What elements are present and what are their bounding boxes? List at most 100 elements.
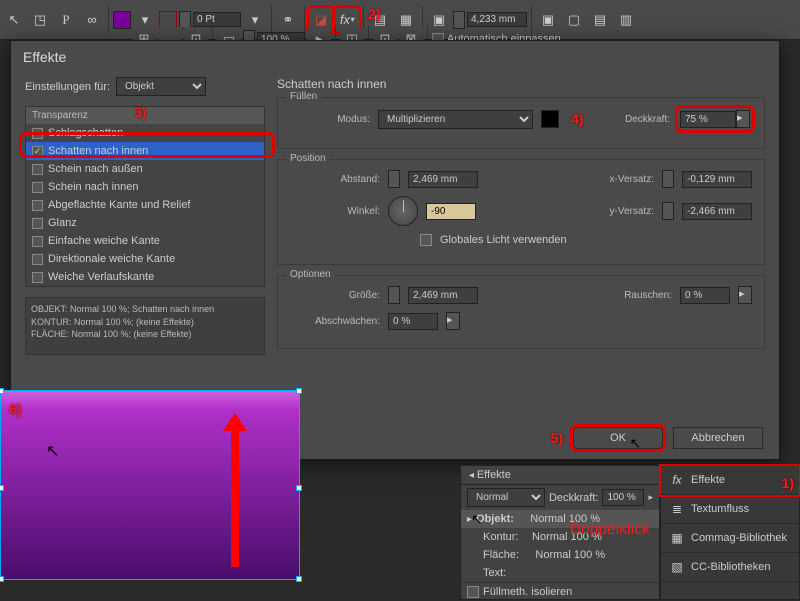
noise-label: Rauschen:	[624, 290, 672, 301]
annotation-3: 3)	[134, 104, 146, 120]
stroke-weight-input[interactable]	[193, 12, 241, 27]
effect-item[interactable]: Einfache weiche Kante	[26, 232, 264, 250]
choke-slider[interactable]: ▸	[446, 312, 460, 330]
effect-label: Weiche Verlaufskante	[48, 271, 154, 283]
side-panel-label: CC-Bibliotheken	[691, 561, 770, 573]
panel-opacity-label: Deckkraft:	[549, 492, 599, 504]
effect-item[interactable]: Schein nach innen	[26, 178, 264, 196]
effect-checkbox[interactable]	[32, 254, 43, 265]
side-panel-item[interactable]: ▧ CC-Bibliotheken	[661, 553, 799, 582]
effect-item[interactable]: Schein nach außen	[26, 160, 264, 178]
choke-label: Abschwächen:	[290, 316, 380, 327]
effects-list: Transparenz Schlagschatten✓Schatten nach…	[25, 106, 265, 287]
effect-item[interactable]: Weiche Verlaufskante	[26, 268, 264, 286]
effect-checkbox[interactable]	[32, 182, 43, 193]
arrow-up-annotation	[231, 417, 239, 567]
effect-label: Direktionale weiche Kante	[48, 253, 175, 265]
effect-checkbox[interactable]	[32, 236, 43, 247]
options-fieldset: Optionen Größe: Rauschen: ▸ Abschwächen:…	[277, 275, 765, 349]
distance-stepper[interactable]	[388, 170, 400, 188]
fill-swatch[interactable]	[113, 11, 131, 29]
annotation-1: 1)	[782, 475, 794, 491]
settings-for-row: Einstellungen für: Objekt	[25, 77, 265, 96]
corner-icon[interactable]: ◳	[28, 8, 52, 32]
annotation-5: 5)	[551, 430, 563, 446]
global-light-label: Globales Licht verwenden	[440, 234, 567, 246]
opacity-label: Deckkraft:	[625, 114, 670, 125]
effect-item[interactable]: Direktionale weiche Kante	[26, 250, 264, 268]
cursor-icon: ↖	[46, 441, 59, 461]
options-legend: Optionen	[286, 269, 335, 280]
choke-input[interactable]	[388, 313, 438, 330]
effect-checkbox[interactable]	[32, 218, 43, 229]
size-label: Größe:	[290, 290, 380, 301]
effect-checkbox[interactable]	[32, 164, 43, 175]
side-panel-label: Textumfluss	[691, 503, 749, 515]
measure-input[interactable]	[467, 12, 527, 27]
opacity-slider[interactable]: ▸	[736, 110, 750, 128]
mode-select[interactable]: Multiplizieren	[378, 110, 533, 129]
fit4-icon[interactable]: ▥	[614, 8, 638, 32]
preview-frame[interactable]: 6) ↖	[0, 390, 300, 580]
effect-label: Schein nach innen	[48, 181, 139, 193]
panel-icon: ▦	[669, 530, 685, 546]
angle-input[interactable]	[426, 203, 476, 220]
arrow-icon[interactable]: ↖	[2, 8, 26, 32]
effects-panel-tab[interactable]: ◂ Effekte	[461, 466, 659, 485]
isolate-checkbox[interactable]	[467, 586, 479, 598]
dialog-title: Effekte	[11, 41, 779, 69]
settings-for-select[interactable]: Objekt	[116, 77, 206, 96]
effect-summary: OBJEKT: Normal 100 %; Schatten nach inne…	[25, 297, 265, 355]
color-swatch[interactable]	[541, 110, 559, 128]
noise-input[interactable]	[680, 287, 730, 304]
annotation-2: 2)	[368, 6, 380, 22]
doubleclick-label: Doppelklick	[570, 521, 650, 538]
effect-label: Einfache weiche Kante	[48, 235, 160, 247]
effect-checkbox[interactable]	[32, 200, 43, 211]
angle-dial[interactable]	[388, 196, 418, 226]
xoff-input[interactable]	[682, 171, 752, 188]
yoff-stepper[interactable]	[662, 202, 674, 220]
yoff-input[interactable]	[682, 203, 752, 220]
fill-fieldset: Füllen Modus: Multiplizieren 4) Deckkraf…	[277, 97, 765, 149]
effect-checkbox[interactable]	[32, 272, 43, 283]
effect-label: Abgeflachte Kante und Relief	[48, 199, 191, 211]
noise-slider[interactable]: ▸	[738, 286, 752, 304]
distance-input[interactable]	[408, 171, 478, 188]
panel-fill-row[interactable]: Fläche: Normal 100 %	[461, 546, 659, 564]
panel-icon: ≣	[669, 501, 685, 517]
size-input[interactable]	[408, 287, 478, 304]
annotation-4: 4)	[571, 111, 583, 127]
global-light-checkbox[interactable]	[420, 234, 432, 246]
side-panel-item[interactable]: ▦ Commag-Bibliothek	[661, 524, 799, 553]
paragraph-style-icon[interactable]: P	[54, 8, 78, 32]
yoff-label: y-Versatz:	[610, 206, 654, 217]
opacity-input[interactable]	[680, 111, 736, 128]
ok-button[interactable]: OK↖	[573, 427, 663, 449]
side-panel-label: Commag-Bibliothek	[691, 532, 787, 544]
effect-item[interactable]: Abgeflachte Kante und Relief	[26, 196, 264, 214]
effect-item[interactable]: Glanz	[26, 214, 264, 232]
panel-icon: ▧	[669, 559, 685, 575]
isolate-label: Füllmeth. isolieren	[483, 586, 572, 598]
side-panel-item[interactable]: ≣ Textumfluss	[661, 495, 799, 524]
chain-icon[interactable]: ∞	[80, 8, 104, 32]
position-legend: Position	[286, 153, 330, 164]
xoff-label: x-Versatz:	[610, 174, 654, 185]
cancel-button[interactable]: Abbrechen	[673, 427, 763, 449]
effect-label: Glanz	[48, 217, 77, 229]
side-panel: fxEffekte ≣ Textumfluss ▦ Commag-Bibliothek ▧…	[660, 465, 800, 600]
mode-label: Modus:	[290, 114, 370, 125]
panel-text-row: Text:	[461, 564, 659, 582]
panel-opacity-input[interactable]	[602, 489, 644, 506]
blend-mode-select[interactable]: Normal	[467, 488, 545, 507]
size-stepper[interactable]	[388, 286, 400, 304]
position-fieldset: Position Abstand: x-Versatz: Winkel: y-V…	[277, 159, 765, 265]
section-title: Schatten nach innen	[277, 77, 765, 91]
side-panel-item[interactable]: fxEffekte	[661, 466, 799, 495]
xoff-stepper[interactable]	[662, 170, 674, 188]
fill-legend: Füllen	[286, 91, 321, 102]
side-panel-label: Effekte	[691, 474, 725, 486]
effect-label: Schein nach außen	[48, 163, 143, 175]
settings-for-label: Einstellungen für:	[25, 81, 110, 93]
